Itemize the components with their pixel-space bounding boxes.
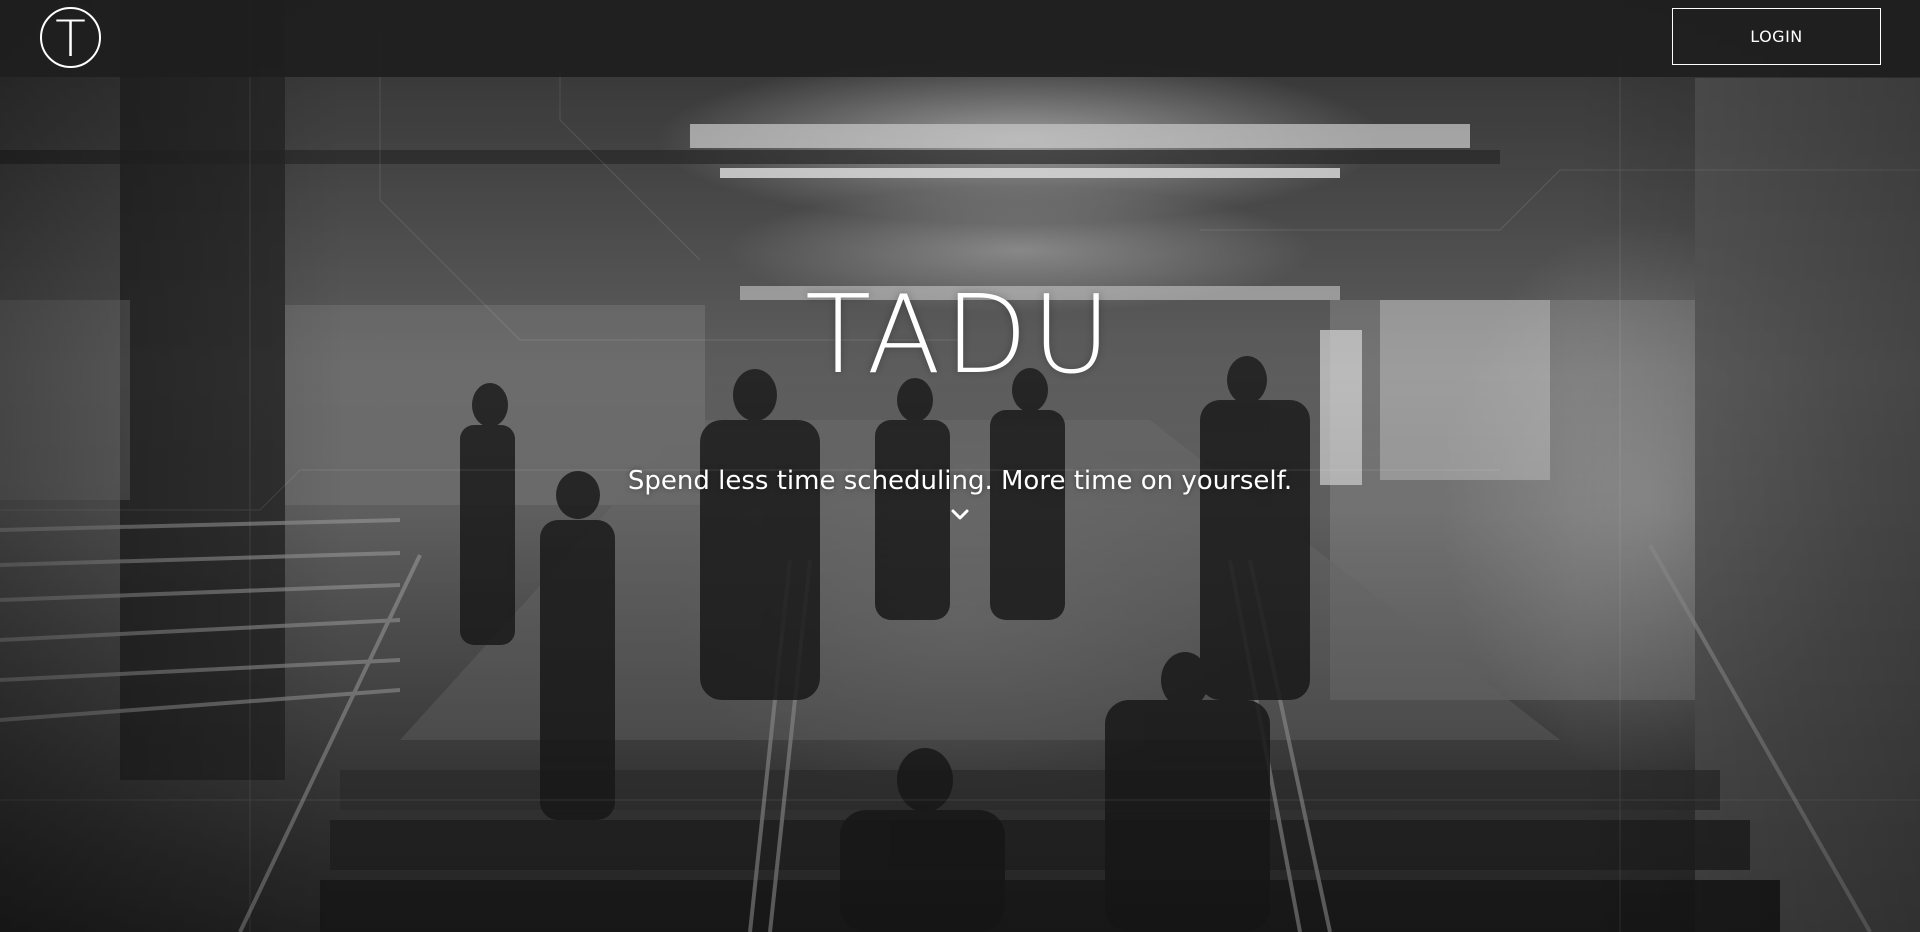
chevron-down-icon[interactable] [948,503,972,527]
login-button[interactable]: LOGIN [1672,8,1881,65]
logo-letter: T [55,9,86,68]
landing-page: T LOGIN TADU Spend less time scheduling.… [0,0,1920,932]
top-navigation-bar: T LOGIN [0,0,1920,77]
hero-subtitle: Spend less time scheduling. More time on… [627,466,1293,496]
hero-section: TADU Spend less time scheduling. More ti… [0,0,1920,932]
hero-title: TADU [805,273,1115,398]
tadu-logo[interactable]: T [40,7,101,68]
